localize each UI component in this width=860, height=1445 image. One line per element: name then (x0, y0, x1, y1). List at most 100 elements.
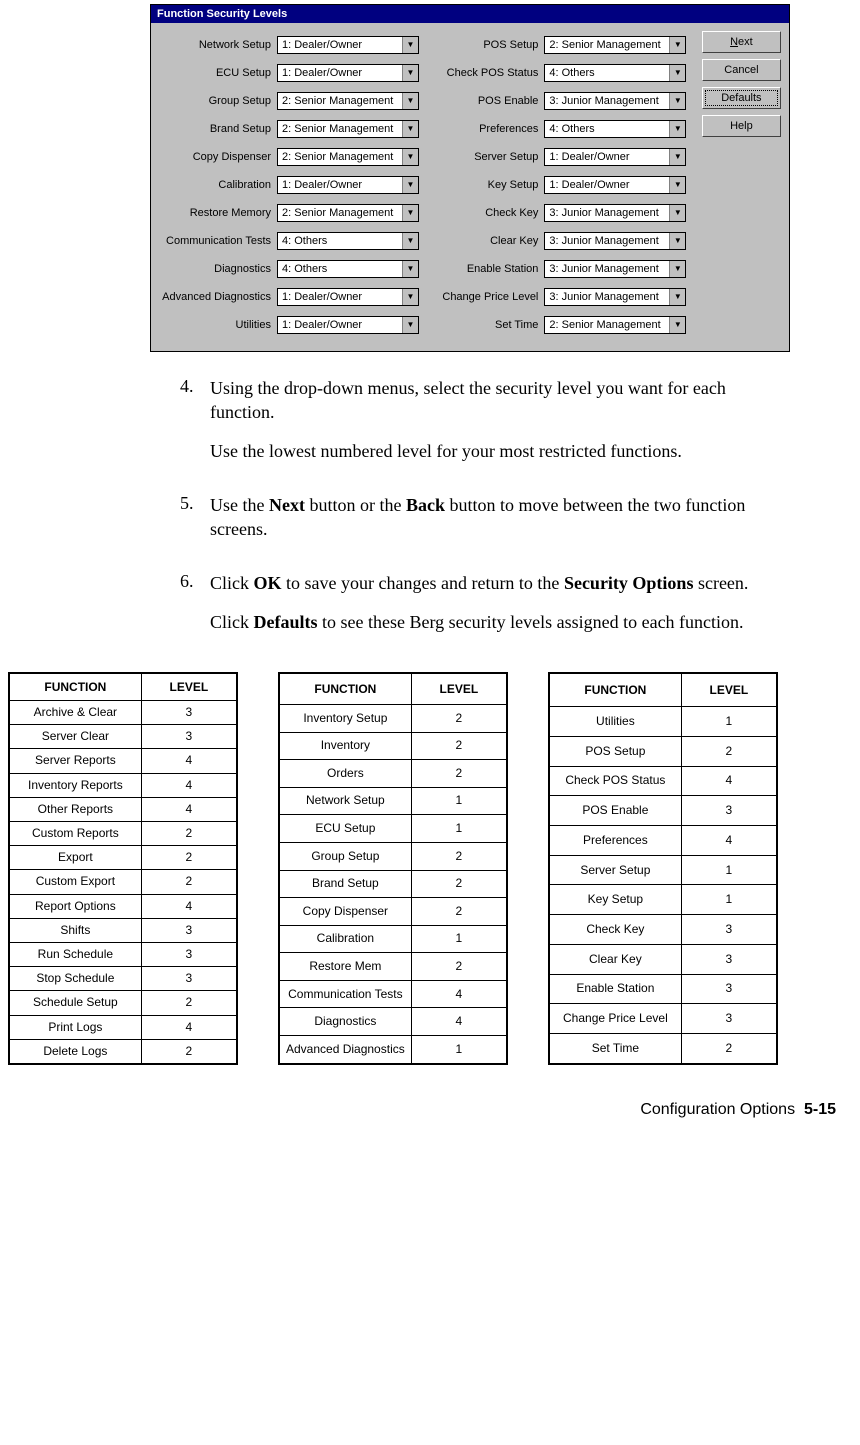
security-level-dropdown[interactable]: 2: Senior Management ▼ (277, 120, 419, 138)
help-button[interactable]: Help (702, 115, 781, 137)
table-row: Preferences4 (549, 826, 777, 856)
chevron-down-icon[interactable]: ▼ (669, 65, 685, 81)
table-cell-function: Schedule Setup (9, 991, 141, 1015)
form-row: Group Setup2: Senior Management▼ (159, 87, 426, 115)
table-cell-function: Calibration (279, 925, 411, 953)
security-level-dropdown[interactable]: 1: Dealer/Owner▼ (544, 148, 686, 166)
form-row: Preferences4: Others▼ (426, 115, 693, 143)
field-label: Communication Tests (159, 235, 277, 247)
chevron-down-icon[interactable]: ▼ (669, 261, 685, 277)
chevron-down-icon[interactable]: ▼ (402, 289, 418, 305)
dropdown-value: 2: Senior Management (278, 207, 397, 219)
table-cell-level: 2 (411, 842, 507, 870)
chevron-down-icon[interactable]: ▼ (669, 177, 685, 193)
security-level-dropdown[interactable]: 4: Others ▼ (277, 232, 419, 250)
table-row: ECU Setup1 (279, 815, 507, 843)
security-level-dropdown[interactable]: 1: Dealer/Owner▼ (277, 64, 419, 82)
table-cell-function: ECU Setup (279, 815, 411, 843)
table-header-level: LEVEL (411, 673, 507, 704)
chevron-down-icon[interactable]: ▼ (669, 205, 685, 221)
table-row: Custom Reports2 (9, 822, 237, 846)
chevron-down-icon[interactable]: ▼ (669, 317, 685, 333)
form-row: POS Enable3: Junior Management▼ (426, 87, 693, 115)
dropdown-value: 1: Dealer/Owner (278, 291, 366, 303)
chevron-down-icon[interactable]: ▼ (402, 149, 418, 165)
field-label: Advanced Diagnostics (159, 291, 277, 303)
defaults-button[interactable]: Defaults (702, 87, 781, 109)
chevron-down-icon[interactable]: ▼ (402, 37, 418, 53)
chevron-down-icon[interactable]: ▼ (402, 317, 418, 333)
security-level-dropdown[interactable]: 4: Others ▼ (544, 64, 686, 82)
security-level-dropdown[interactable]: 3: Junior Management▼ (544, 232, 686, 250)
chevron-down-icon[interactable]: ▼ (669, 233, 685, 249)
security-level-dropdown[interactable]: 3: Junior Management▼ (544, 92, 686, 110)
security-level-dropdown[interactable]: 2: Senior Management ▼ (277, 148, 419, 166)
security-level-dropdown[interactable]: 1: Dealer/Owner ▼ (277, 36, 419, 54)
table-cell-function: Clear Key (549, 944, 681, 974)
table-cell-level: 4 (411, 980, 507, 1008)
chevron-down-icon[interactable]: ▼ (669, 121, 685, 137)
security-level-dropdown[interactable]: 1: Dealer/Owner▼ (544, 176, 686, 194)
cancel-button[interactable]: Cancel (702, 59, 781, 81)
table-row: Schedule Setup2 (9, 991, 237, 1015)
chevron-down-icon[interactable]: ▼ (402, 65, 418, 81)
table-cell-level: 2 (411, 704, 507, 732)
chevron-down-icon[interactable]: ▼ (669, 37, 685, 53)
step-number: 4. (180, 376, 210, 477)
security-level-dropdown[interactable]: 3: Junior Management▼ (544, 288, 686, 306)
security-level-dropdown[interactable]: 1: Dealer/Owner▼ (277, 316, 419, 334)
form-row: Server Setup1: Dealer/Owner▼ (426, 143, 693, 171)
table-row: Server Reports4 (9, 749, 237, 773)
security-level-dropdown[interactable]: 2: Senior Management▼ (277, 92, 419, 110)
dropdown-value: 4: Others (278, 235, 331, 247)
table-cell-function: Inventory Setup (279, 704, 411, 732)
security-level-dropdown[interactable]: 2: Senior Management▼ (544, 36, 686, 54)
form-row: Restore Memory2: Senior Management ▼ (159, 199, 426, 227)
security-level-dropdown[interactable]: 2: Senior Management ▼ (277, 204, 419, 222)
chevron-down-icon[interactable]: ▼ (402, 205, 418, 221)
table-cell-function: Archive & Clear (9, 701, 141, 725)
defaults-tables: FUNCTIONLEVELArchive & Clear3Server Clea… (8, 672, 860, 1065)
table-row: Brand Setup2 (279, 870, 507, 898)
security-level-dropdown[interactable]: 3: Junior Management▼ (544, 204, 686, 222)
security-level-dropdown[interactable]: 1: Dealer/Owner▼ (277, 176, 419, 194)
table-cell-level: 2 (411, 870, 507, 898)
chevron-down-icon[interactable]: ▼ (402, 121, 418, 137)
dropdown-value: 2: Senior Management (278, 151, 397, 163)
field-label: Server Setup (426, 151, 544, 163)
chevron-down-icon[interactable]: ▼ (402, 177, 418, 193)
table-cell-level: 2 (411, 760, 507, 788)
table-cell-level: 4 (411, 1008, 507, 1036)
function-security-dialog: Function Security Levels Network Setup1:… (150, 4, 790, 352)
table-cell-function: Check POS Status (549, 766, 681, 796)
form-row: Check Key3: Junior Management▼ (426, 199, 693, 227)
security-level-dropdown[interactable]: 2: Senior Management▼ (544, 316, 686, 334)
dropdown-value: 4: Others (545, 67, 598, 79)
chevron-down-icon[interactable]: ▼ (402, 261, 418, 277)
chevron-down-icon[interactable]: ▼ (402, 233, 418, 249)
table-row: Key Setup1 (549, 885, 777, 915)
security-level-dropdown[interactable]: 3: Junior Management▼ (544, 260, 686, 278)
table-cell-function: Run Schedule (9, 942, 141, 966)
table-cell-function: Brand Setup (279, 870, 411, 898)
defaults-table-2: FUNCTIONLEVELInventory Setup2Inventory2O… (278, 672, 508, 1065)
security-level-dropdown[interactable]: 4: Others▼ (544, 120, 686, 138)
instructions: 4. Using the drop-down menus, select the… (180, 376, 780, 648)
step-text: Use the lowest numbered level for your m… (210, 439, 780, 463)
table-cell-function: Custom Export (9, 870, 141, 894)
chevron-down-icon[interactable]: ▼ (402, 93, 418, 109)
chevron-down-icon[interactable]: ▼ (669, 149, 685, 165)
dropdown-value: 1: Dealer/Owner (278, 39, 366, 51)
table-cell-function: Server Clear (9, 725, 141, 749)
security-level-dropdown[interactable]: 1: Dealer/Owner ▼ (277, 288, 419, 306)
step-text: Use the Next button or the Back button t… (210, 493, 780, 542)
security-level-dropdown[interactable]: 4: Others▼ (277, 260, 419, 278)
dialog-left-column: Network Setup1: Dealer/Owner▼ECU Setup1:… (159, 31, 426, 339)
field-label: Restore Memory (159, 207, 277, 219)
dropdown-value: 2: Senior Management (278, 123, 397, 135)
chevron-down-icon[interactable]: ▼ (669, 93, 685, 109)
field-label: POS Setup (426, 39, 544, 51)
chevron-down-icon[interactable]: ▼ (669, 289, 685, 305)
field-label: POS Enable (426, 95, 544, 107)
next-button[interactable]: Next (702, 31, 781, 53)
